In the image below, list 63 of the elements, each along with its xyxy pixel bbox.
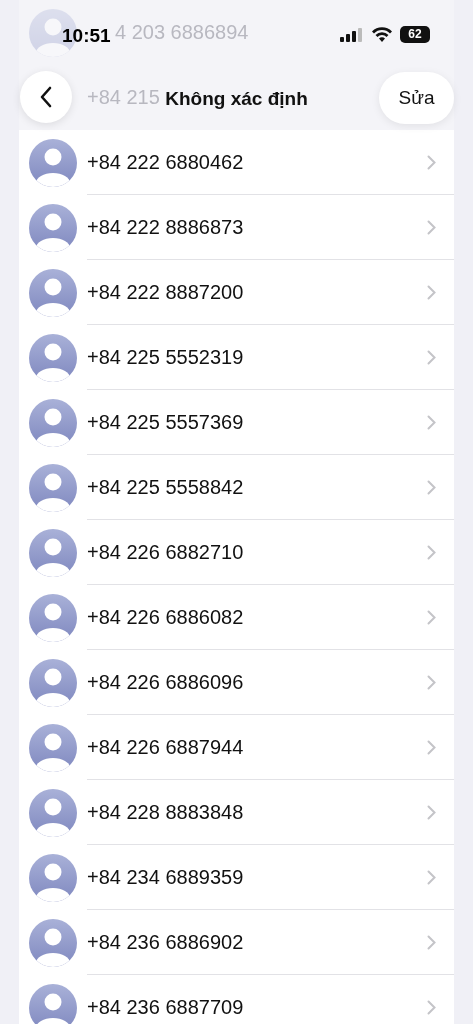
phone-number: +84 234 6889359 [87, 865, 244, 890]
chevron-icon [427, 154, 436, 170]
phone-number: +84 225 5557369 [87, 410, 244, 435]
contact-row[interactable]: +84 236 6886902 [19, 910, 454, 975]
phone-number: +84 236 6886902 [87, 930, 244, 955]
contact-row[interactable]: +84 226 6886096 [19, 650, 454, 715]
avatar-icon [29, 203, 77, 252]
phone-number: +84 222 8887200 [87, 280, 244, 305]
chevron-icon [427, 869, 436, 885]
chevron-icon [427, 674, 436, 690]
avatar-icon [29, 333, 77, 382]
chevron-icon [427, 804, 436, 820]
avatar-icon [29, 398, 77, 447]
avatar-icon [29, 463, 77, 512]
chevron-icon [427, 414, 436, 430]
phone-number: +84 225 5558842 [87, 475, 244, 500]
phone-number: +84 226 6886096 [87, 670, 244, 695]
signal-icon [340, 28, 362, 42]
chevron-icon [427, 544, 436, 560]
back-icon [39, 86, 53, 108]
contact-row[interactable]: +84 226 6886082 [19, 585, 454, 650]
wifi-icon [371, 26, 393, 42]
avatar-icon [29, 788, 77, 837]
avatar-icon [29, 723, 77, 772]
avatar-icon [29, 138, 77, 187]
contact-row[interactable]: +84 225 5557369 [19, 390, 454, 455]
contact-row[interactable]: +84 222 8886873 [19, 195, 454, 260]
avatar-icon [29, 918, 77, 967]
phone-number: +84 226 6882710 [87, 540, 244, 565]
phone-number: +84 226 6887944 [87, 735, 244, 760]
avatar-icon [29, 593, 77, 642]
avatar-icon [29, 658, 77, 707]
contact-row[interactable]: +84 228 8883848 [19, 780, 454, 845]
nav-title: Không xác định [165, 87, 308, 111]
phone-number: +84 225 5552319 [87, 345, 244, 370]
contact-row[interactable]: +84 226 6887944 [19, 715, 454, 780]
phone-number: +84 236 6887709 [87, 995, 244, 1020]
chevron-icon [427, 349, 436, 365]
chevron-icon [427, 284, 436, 300]
chevron-icon [427, 999, 436, 1015]
avatar-icon [29, 528, 77, 577]
phone-number: 4 203 6886894 [115, 20, 249, 45]
contact-row[interactable]: +84 226 6882710 [19, 520, 454, 585]
contact-row[interactable]: +84 222 6880462 [19, 130, 454, 195]
status-time: 10:51 [62, 24, 111, 48]
chevron-icon [427, 609, 436, 625]
contact-row[interactable]: +84 222 8887200 [19, 260, 454, 325]
chevron-icon [427, 934, 436, 950]
contact-row[interactable]: +84 234 6889359 [19, 845, 454, 910]
battery-level: 62 [400, 26, 430, 43]
phone-number: +84 228 8883848 [87, 800, 244, 825]
chevron-icon [427, 219, 436, 235]
phone-number: +84 222 8886873 [87, 215, 244, 240]
chevron-icon [427, 739, 436, 755]
phone-number: +84 226 6886082 [87, 605, 244, 630]
contact-row[interactable]: +84 236 6887709 [19, 975, 454, 1024]
avatar-icon [29, 268, 77, 317]
contact-row[interactable]: +84 225 5552319 [19, 325, 454, 390]
avatar-icon [29, 853, 77, 902]
phone-number: +84 222 6880462 [87, 150, 244, 175]
phone-number: +84 215 [87, 85, 160, 110]
chevron-icon [427, 479, 436, 495]
contact-row[interactable]: +84 225 5558842 [19, 455, 454, 520]
